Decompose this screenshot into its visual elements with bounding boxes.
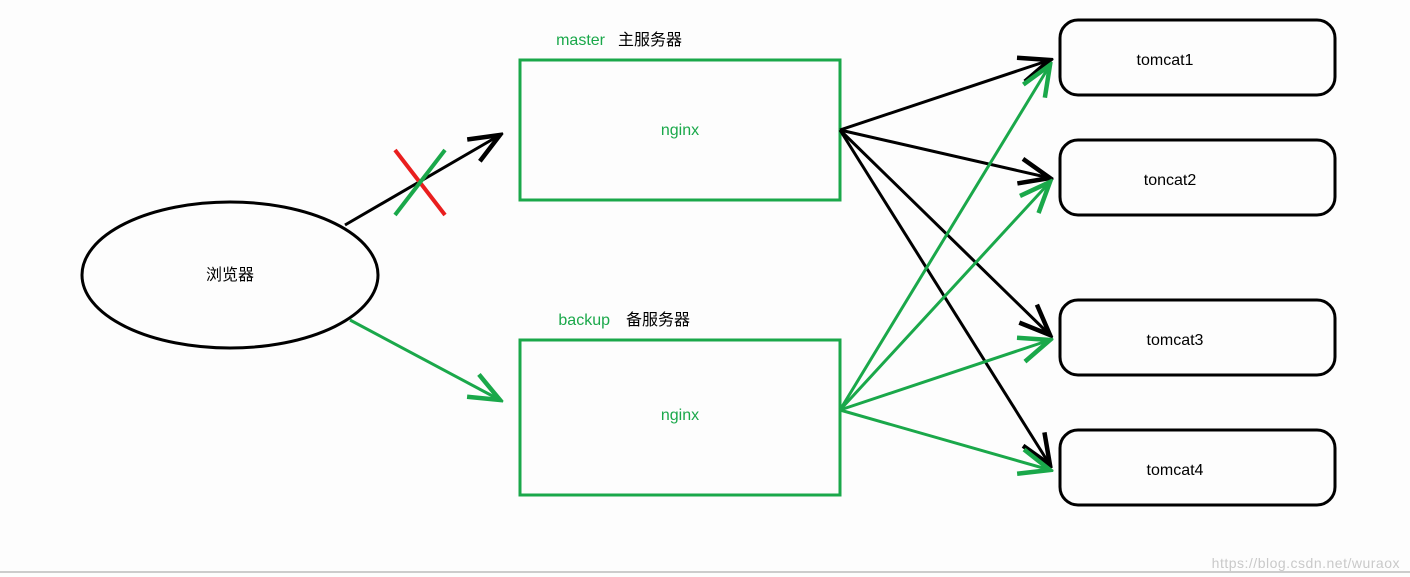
tomcat1-label: tomcat1 [1137, 52, 1194, 69]
tomcat3-label: tomcat3 [1147, 332, 1204, 349]
arrow-master-to-tomcat3 [840, 130, 1050, 335]
tomcat2-node [1060, 140, 1335, 215]
nginx-master-label: nginx [661, 122, 699, 139]
tomcat2-label: toncat2 [1144, 172, 1197, 189]
browser-label: 浏览器 [206, 266, 254, 284]
tomcat1-node [1060, 20, 1335, 95]
nginx-backup-label: nginx [661, 407, 699, 424]
nginx-master-badge: master [556, 32, 606, 49]
arrow-backup-to-tomcat1 [840, 65, 1050, 410]
tomcat4-label: tomcat4 [1147, 462, 1204, 479]
nginx-master-badge-sub: 主服务器 [618, 31, 682, 49]
arrow-browser-to-backup [350, 320, 500, 400]
architecture-diagram: 浏览器 master 主服务器 nginx backup 备服务器 nginx … [0, 0, 1410, 577]
nginx-backup-badge-sub: 备服务器 [626, 311, 690, 329]
nginx-backup-badge: backup [558, 312, 610, 329]
watermark-text: https://blog.csdn.net/wuraox [1212, 555, 1400, 571]
arrow-master-to-tomcat2 [840, 130, 1050, 178]
arrow-backup-to-tomcat4 [840, 410, 1050, 470]
